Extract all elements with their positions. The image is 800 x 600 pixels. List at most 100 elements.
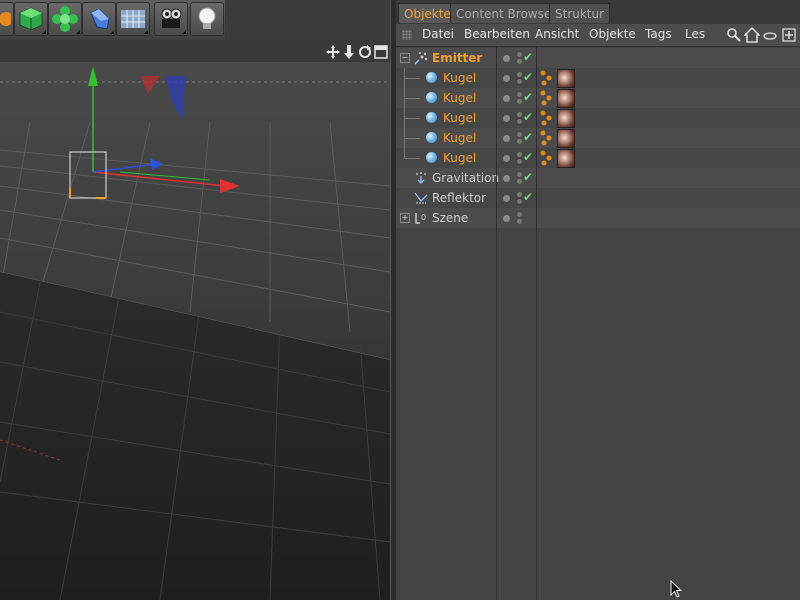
render-visibility-dot[interactable] [517,219,522,224]
enabled-check-icon[interactable]: ✔ [523,190,533,204]
enabled-check-icon[interactable]: ✔ [523,90,533,104]
new-window-icon[interactable] [781,27,797,43]
render-visibility-dot[interactable] [517,99,522,104]
enabled-check-icon[interactable]: ✔ [523,50,533,64]
enabled-check-icon[interactable]: ✔ [523,170,533,184]
gravity-icon [416,172,426,184]
object-name[interactable]: Kugel [443,91,476,105]
object-name[interactable]: Reflektor [432,191,486,205]
maximize-view-icon[interactable] [374,44,388,59]
render-visibility-dot[interactable] [517,79,522,84]
enabled-check-icon[interactable]: ✔ [523,70,533,84]
render-button[interactable] [0,2,14,36]
particle-tag-icon[interactable] [539,109,553,126]
menu-objekte[interactable]: Objekte [589,27,636,41]
render-visibility-dot[interactable] [517,159,522,164]
enabled-check-icon[interactable]: ✔ [523,130,533,144]
particle-tag-icon[interactable] [539,69,553,86]
visibility-dot[interactable] [503,195,510,202]
sphere-icon [426,132,437,143]
material-tag-icon[interactable] [557,149,575,168]
tree-row-kugel[interactable]: Kugel ✔ [396,148,800,168]
3d-viewport[interactable] [0,62,390,600]
visibility-dot[interactable] [503,155,510,162]
home-icon[interactable] [743,26,761,43]
object-tree: − Emitter ✔ Kugel ✔ Kugel ✔ Kugel ✔ Kuge… [396,46,800,600]
visibility-dot[interactable] [503,215,510,222]
camera-button[interactable] [154,2,188,36]
deformer-icon [90,8,110,30]
render-visibility-dot[interactable] [517,59,522,64]
particle-tag-icon[interactable] [539,89,553,106]
camera-icon [161,8,182,28]
render-visibility-dot[interactable] [517,139,522,144]
tab-struktur[interactable]: Struktur [549,3,611,23]
grip-icon[interactable] [402,30,412,40]
sphere-icon [426,152,437,163]
tab-objekte[interactable]: Objekte [398,3,457,23]
material-tag-icon[interactable] [557,69,575,88]
search-icon[interactable] [726,27,742,43]
object-name[interactable]: Kugel [443,131,476,145]
deformer-button[interactable] [82,2,116,36]
tree-row-szene[interactable]: + 0 Szene [396,208,800,228]
material-tag-icon[interactable] [557,109,575,128]
material-tag-icon[interactable] [557,129,575,148]
tree-row-kugel[interactable]: Kugel ✔ [396,88,800,108]
expand-icon[interactable]: + [400,213,410,223]
editor-visibility-dot[interactable] [517,132,522,137]
collapse-icon[interactable]: − [400,53,410,63]
sphere-icon [426,92,437,103]
menu-lesezeichen[interactable]: Lese [685,27,705,41]
editor-visibility-dot[interactable] [517,52,522,57]
object-name[interactable]: Kugel [443,111,476,125]
menu-datei[interactable]: Datei [422,27,454,41]
tree-row-kugel[interactable]: Kugel ✔ [396,108,800,128]
menu-ansicht[interactable]: Ansicht [535,27,579,41]
zoom-view-icon[interactable] [342,44,356,59]
particle-tag-icon[interactable] [539,129,553,146]
enabled-check-icon[interactable]: ✔ [523,150,533,164]
rotate-view-icon[interactable] [358,44,372,58]
particle-tag-icon[interactable] [539,149,553,166]
tree-row-emitter[interactable]: − Emitter ✔ [396,48,800,68]
object-name[interactable]: Kugel [443,71,476,85]
visibility-dot[interactable] [503,55,510,62]
material-tag-icon[interactable] [557,89,575,108]
editor-visibility-dot[interactable] [517,72,522,77]
render-visibility-dot[interactable] [517,199,522,204]
object-name[interactable]: Kugel [443,151,476,165]
cube-button[interactable] [14,2,48,36]
visibility-dot[interactable] [503,175,510,182]
light-button[interactable] [190,2,224,36]
menu-tags[interactable]: Tags [645,27,672,41]
tree-row-kugel[interactable]: Kugel ✔ [396,128,800,148]
column-separator [536,46,537,600]
viewport-canvas[interactable] [0,62,390,600]
visibility-dot[interactable] [503,135,510,142]
floor-button[interactable] [116,2,150,36]
visibility-dot[interactable] [503,115,510,122]
tree-row-reflektor[interactable]: Reflektor ✔ [396,188,800,208]
enabled-check-icon[interactable]: ✔ [523,110,533,124]
visibility-dot[interactable] [503,75,510,82]
layer-icon[interactable] [762,27,778,43]
editor-visibility-dot[interactable] [517,172,522,177]
editor-visibility-dot[interactable] [517,92,522,97]
tree-row-gravitation[interactable]: Gravitation ✔ [396,168,800,188]
move-view-icon[interactable] [326,44,340,59]
tab-content-browser[interactable]: Content Browser [450,3,563,23]
tree-row-kugel[interactable]: Kugel ✔ [396,68,800,88]
render-visibility-dot[interactable] [517,179,522,184]
editor-visibility-dot[interactable] [517,152,522,157]
visibility-dot[interactable] [503,95,510,102]
object-name[interactable]: Gravitation [432,171,499,185]
object-name[interactable]: Emitter [432,51,482,65]
editor-visibility-dot[interactable] [517,212,522,217]
editor-visibility-dot[interactable] [517,192,522,197]
render-visibility-dot[interactable] [517,119,522,124]
cloner-button[interactable] [48,2,82,36]
object-name[interactable]: Szene [432,211,468,225]
menu-bearbeiten[interactable]: Bearbeiten [464,27,530,41]
editor-visibility-dot[interactable] [517,112,522,117]
